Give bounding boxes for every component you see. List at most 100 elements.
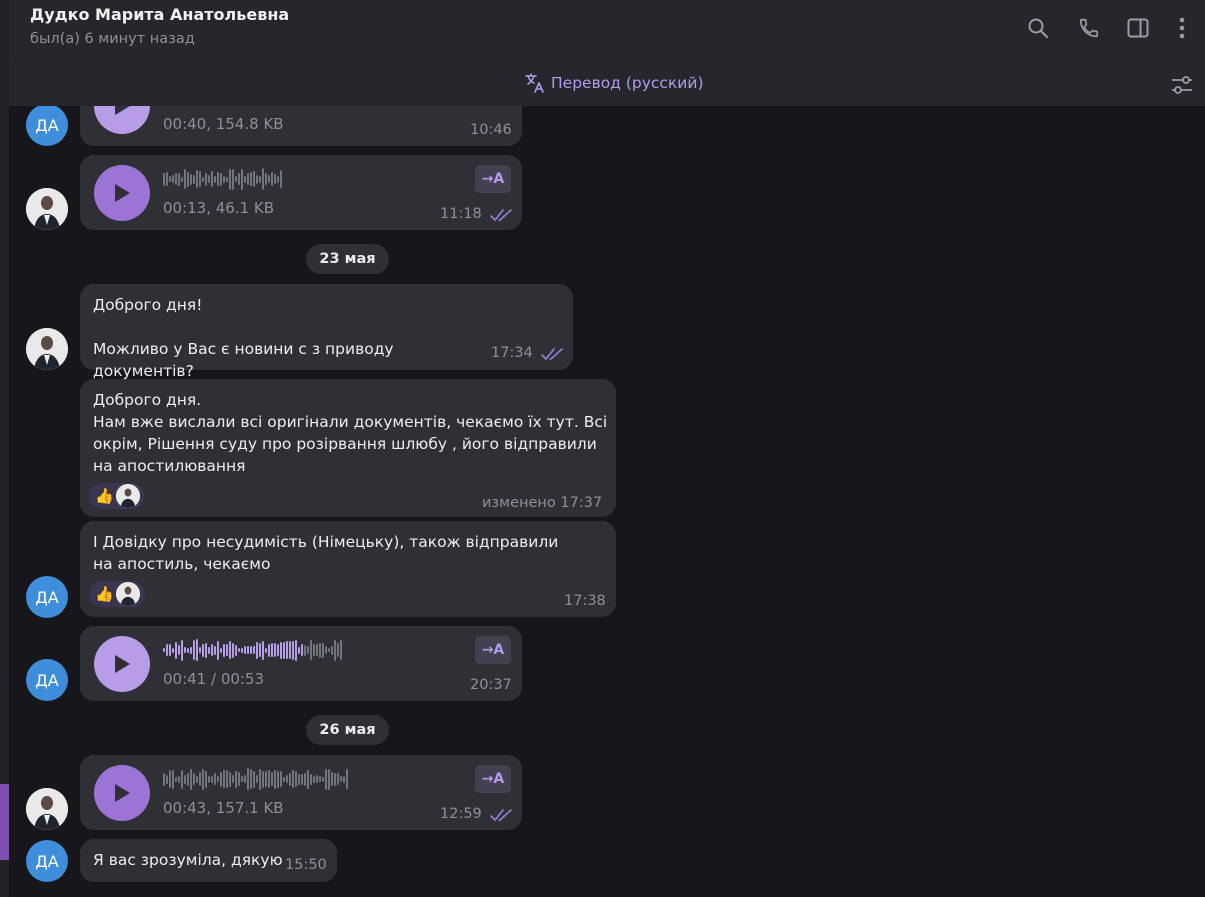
waveform-bar xyxy=(304,644,306,656)
waveform-bar xyxy=(337,643,339,657)
waveform-bar xyxy=(235,176,237,182)
voice-waveform[interactable] xyxy=(163,636,463,664)
text-message[interactable]: І Довідку про несудимість (Німецьку), та… xyxy=(80,521,616,617)
message-time: 10:46 xyxy=(470,122,512,138)
play-icon[interactable] xyxy=(94,165,150,221)
message-text: Я вас зрозуміла, дякую xyxy=(93,851,283,869)
waveform-bar xyxy=(319,642,321,658)
text-message[interactable]: Доброго дня. Нам вже вислали всі оригіна… xyxy=(80,379,616,517)
waveform-bar xyxy=(298,773,300,785)
more-vertical-icon[interactable] xyxy=(1170,16,1194,40)
translate-button[interactable]: Перевод (русский) xyxy=(524,72,704,94)
waveform-bar xyxy=(217,776,219,782)
settings-sliders-icon[interactable] xyxy=(1169,72,1195,98)
waveform-bar xyxy=(331,645,333,655)
sidebar-toggle-icon[interactable] xyxy=(1126,16,1150,40)
date-separator: 26 мая xyxy=(306,715,389,745)
waveform-bar xyxy=(166,172,168,186)
waveform-bar xyxy=(295,771,297,787)
voice-message[interactable]: →A 00:41 / 00:53 20:37 xyxy=(80,626,522,701)
read-check-icon xyxy=(490,209,512,222)
translate-icon xyxy=(525,73,544,93)
avatar[interactable]: ДА xyxy=(26,840,68,882)
waveform-bar xyxy=(169,644,171,656)
message-text: І Довідку про несудимість (Німецьку), та… xyxy=(93,533,564,573)
reactor-avatar xyxy=(115,484,140,508)
transcribe-button[interactable]: →A xyxy=(475,636,511,664)
voice-message[interactable]: →A 00:13, 46.1 KB 11:18 xyxy=(80,155,522,230)
waveform-bar xyxy=(181,769,183,789)
waveform-bar xyxy=(184,647,186,653)
waveform-bar xyxy=(262,640,264,660)
waveform-bar xyxy=(253,171,255,187)
waveform-bar xyxy=(343,775,345,783)
waveform-bar xyxy=(208,646,210,654)
transcribe-button[interactable]: →A xyxy=(475,765,511,793)
waveform-bar xyxy=(247,768,249,790)
avatar[interactable] xyxy=(26,788,68,830)
waveform-bar xyxy=(223,175,225,183)
search-icon[interactable] xyxy=(1026,16,1050,40)
waveform-bar xyxy=(253,646,255,654)
waveform-bar xyxy=(178,172,180,186)
voice-meta: 00:13, 46.1 KB xyxy=(163,199,275,217)
waveform-bar xyxy=(295,639,297,661)
waveform-bar xyxy=(274,643,276,657)
message-time: 12:59 xyxy=(440,806,482,822)
waveform-bar xyxy=(211,775,213,783)
chat-title[interactable]: Дудко Марита Анатольевна xyxy=(30,5,289,24)
voice-message[interactable]: →A 00:43, 157.1 KB 12:59 xyxy=(80,755,522,830)
waveform-bar xyxy=(310,773,312,785)
waveform-bar xyxy=(232,168,234,190)
waveform-bar xyxy=(229,168,231,190)
waveform-bar xyxy=(199,772,201,786)
avatar[interactable]: ДА xyxy=(26,106,68,146)
voice-message[interactable]: 00:40, 154.8 KB 10:46 xyxy=(80,106,522,146)
message-list[interactable]: ДА 00:40, 154.8 KB 10:46 →A 00:13, 46.1 … xyxy=(9,106,1205,897)
waveform-bar xyxy=(196,170,198,188)
play-icon[interactable] xyxy=(94,765,150,821)
waveform-bar xyxy=(328,768,330,790)
waveform-bar xyxy=(292,770,294,788)
waveform-bar xyxy=(268,770,270,788)
waveform-bar xyxy=(271,643,273,657)
message-time: 20:37 xyxy=(470,677,512,693)
waveform-bar xyxy=(223,643,225,657)
waveform-bar xyxy=(268,175,270,183)
waveform-bar xyxy=(331,772,333,786)
voice-waveform[interactable] xyxy=(163,765,463,793)
waveform-bar xyxy=(181,176,183,182)
play-icon[interactable] xyxy=(94,636,150,692)
telegram-window: Дудко Марита Анатольевна был(а) 6 минут … xyxy=(0,0,1205,897)
waveform-bar xyxy=(193,773,195,785)
waveform-bar xyxy=(289,641,291,659)
text-message[interactable]: Я вас зрозуміла, дякую 15:50 xyxy=(80,839,337,882)
waveform-bar xyxy=(217,640,219,660)
transcribe-button[interactable]: →A xyxy=(475,165,511,193)
waveform-bar xyxy=(247,173,249,185)
play-icon[interactable] xyxy=(94,106,150,134)
waveform-bar xyxy=(319,776,321,782)
waveform-bar xyxy=(265,771,267,787)
reactor-avatar xyxy=(115,582,140,606)
waveform-bar xyxy=(178,645,180,655)
read-check-icon xyxy=(490,809,512,822)
avatar[interactable]: ДА xyxy=(26,576,68,618)
waveform-bar xyxy=(241,776,243,782)
voice-meta: 00:40, 154.8 KB xyxy=(163,115,284,133)
reaction-chip[interactable]: 👍 xyxy=(89,483,145,509)
reaction-chip[interactable]: 👍 xyxy=(89,581,145,607)
waveform-bar xyxy=(259,175,261,183)
text-message[interactable]: Доброго дня! Можливо у Вас є новини с з … xyxy=(80,284,573,380)
avatar[interactable]: ДА xyxy=(26,659,68,701)
waveform-bar xyxy=(289,772,291,786)
waveform-bar xyxy=(190,173,192,185)
waveform-bar xyxy=(238,772,240,786)
avatar[interactable] xyxy=(26,328,68,370)
phone-icon[interactable] xyxy=(1077,16,1101,40)
avatar[interactable] xyxy=(26,188,68,230)
voice-waveform[interactable] xyxy=(163,165,463,193)
waveform-bar xyxy=(172,647,174,653)
waveform-bar xyxy=(298,646,300,654)
waveform-bar xyxy=(187,647,189,653)
